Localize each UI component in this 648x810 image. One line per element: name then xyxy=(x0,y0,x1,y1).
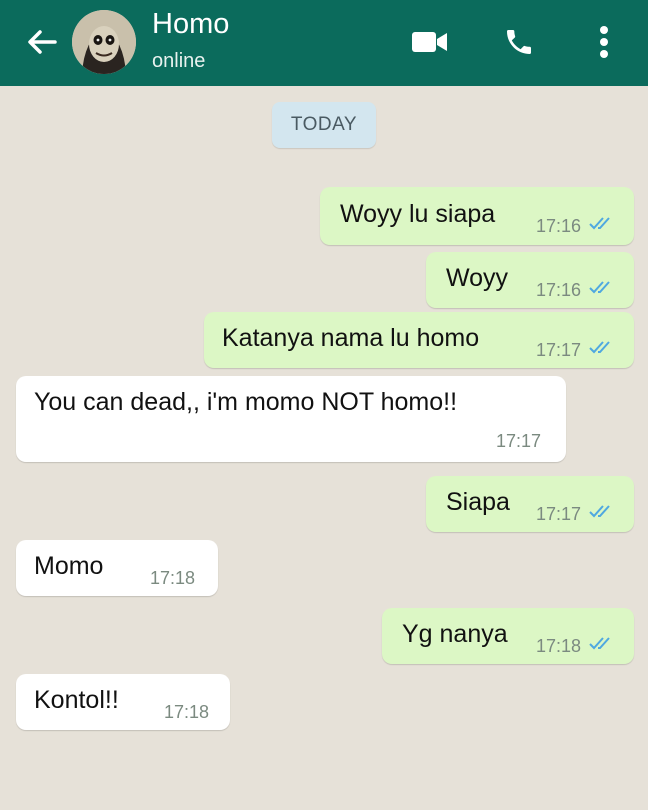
back-button[interactable] xyxy=(22,22,62,62)
video-call-icon xyxy=(412,32,447,52)
video-call-button[interactable] xyxy=(408,20,452,64)
read-receipt-icon xyxy=(589,281,610,294)
message-text: Siapa xyxy=(446,488,510,516)
message-time: 17:17 xyxy=(496,431,542,451)
message-text: Woyy xyxy=(446,264,509,292)
read-receipt-icon xyxy=(589,217,610,230)
message-time: 17:16 xyxy=(536,216,582,236)
message-time: 17:18 xyxy=(150,568,196,588)
message-time: 17:18 xyxy=(536,636,582,656)
message-time: 17:18 xyxy=(164,702,210,722)
message-time: 17:17 xyxy=(536,340,582,360)
more-options-button[interactable] xyxy=(582,20,626,64)
contact-status: online xyxy=(152,50,206,72)
more-options-icon xyxy=(600,26,608,58)
date-divider: TODAY xyxy=(272,102,376,148)
message-bubble-outgoing[interactable]: Siapa 17:17 xyxy=(426,476,634,532)
voice-call-button[interactable] xyxy=(497,20,541,64)
contact-avatar-image xyxy=(72,10,136,74)
back-arrow-icon xyxy=(28,30,57,54)
message-text: Kontol!! xyxy=(34,686,119,714)
message-text: Katanya nama lu homo xyxy=(222,324,480,352)
message-text: Momo xyxy=(34,552,104,580)
contact-name[interactable]: Homo xyxy=(152,8,229,41)
message-bubble-incoming[interactable]: Kontol!! 17:18 xyxy=(16,674,230,730)
message-bubble-outgoing[interactable]: Woyy 17:16 xyxy=(426,252,634,308)
message-time: 17:16 xyxy=(536,280,582,300)
read-receipt-icon xyxy=(589,341,610,354)
read-receipt-icon xyxy=(589,505,610,518)
message-time: 17:17 xyxy=(536,504,582,524)
avatar[interactable] xyxy=(72,10,136,74)
message-text: Woyy lu siapa xyxy=(340,200,496,228)
phone-icon xyxy=(507,30,531,54)
chat-header: Homo online xyxy=(0,0,648,86)
read-receipt-icon xyxy=(589,637,610,650)
message-text: Yg nanya xyxy=(402,620,508,648)
message-bubble-incoming[interactable]: You can dead,, i'm momo NOT homo!! 17:17 xyxy=(16,376,566,462)
message-bubble-incoming[interactable]: Momo 17:18 xyxy=(16,540,218,596)
message-bubble-outgoing[interactable]: Woyy lu siapa 17:16 xyxy=(320,187,634,245)
message-text: You can dead,, i'm momo NOT homo!! xyxy=(34,388,458,416)
message-bubble-outgoing[interactable]: Katanya nama lu homo 17:17 xyxy=(204,312,634,368)
message-bubble-outgoing[interactable]: Yg nanya 17:18 xyxy=(382,608,634,664)
chat-area[interactable]: TODAY Woyy lu siapa 17:16 Woyy 17:16 Kat… xyxy=(0,86,648,810)
